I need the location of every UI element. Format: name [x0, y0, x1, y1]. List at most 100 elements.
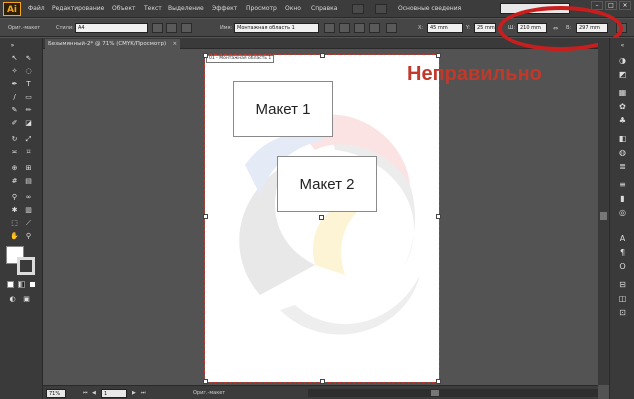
- mesh-tool-icon[interactable]: #: [9, 177, 20, 186]
- show-center-mark-icon[interactable]: [324, 23, 335, 33]
- none-mode-swatch[interactable]: [29, 281, 36, 288]
- artboard-handle[interactable]: [436, 53, 441, 58]
- artboard-handle[interactable]: [436, 214, 441, 219]
- artboard-label[interactable]: 01 - Монтажная область 1: [206, 55, 275, 63]
- close-icon[interactable]: ×: [619, 1, 631, 10]
- eyedropper-tool-icon[interactable]: ⚲: [9, 193, 20, 202]
- scale-tool-icon[interactable]: ⤢: [23, 135, 34, 144]
- pathfinder-panel-icon[interactable]: ◫: [617, 294, 628, 304]
- draw-normal-icon[interactable]: ◐: [7, 295, 18, 304]
- perspective-grid-tool-icon[interactable]: ⊞: [23, 164, 34, 173]
- menu-select[interactable]: Выделение: [168, 5, 204, 12]
- pencil-tool-icon[interactable]: ✏: [23, 106, 34, 115]
- panel-expand-icon[interactable]: «: [617, 41, 628, 51]
- artboard-handle[interactable]: [203, 53, 208, 58]
- gradient-mode-swatch[interactable]: [18, 281, 25, 288]
- slice-tool-icon[interactable]: ⟋: [23, 219, 34, 228]
- column-graph-tool-icon[interactable]: ▥: [23, 206, 34, 215]
- gradient-panel-icon[interactable]: ▮: [617, 194, 628, 204]
- swatches-panel-icon[interactable]: ▦: [617, 88, 628, 98]
- y-field[interactable]: 25 mm: [474, 23, 496, 33]
- magic-wand-tool-icon[interactable]: ✧: [9, 67, 20, 76]
- zoom-tool-icon[interactable]: ⚲: [23, 232, 34, 241]
- stroke-panel-icon[interactable]: ≡: [617, 180, 628, 190]
- color-mode-swatch[interactable]: [7, 281, 14, 288]
- paintbrush-tool-icon[interactable]: ✎: [9, 106, 20, 115]
- artboard-center-point[interactable]: [319, 215, 324, 220]
- rectangle-tool-icon[interactable]: ▭: [23, 93, 34, 102]
- free-transform-tool-icon[interactable]: ⌑: [23, 148, 34, 157]
- artboard-handle[interactable]: [320, 379, 325, 384]
- first-artboard-icon[interactable]: ⏮: [83, 390, 88, 396]
- color-guide-panel-icon[interactable]: ◩: [617, 70, 628, 80]
- menu-object[interactable]: Объект: [112, 5, 135, 12]
- artboard-tool-icon[interactable]: ⬚: [9, 219, 20, 228]
- symbols-panel-icon[interactable]: ♣: [617, 116, 628, 126]
- horizontal-scroll-thumb[interactable]: [431, 390, 439, 396]
- blob-brush-tool-icon[interactable]: ✐: [9, 119, 20, 128]
- artboard-handle[interactable]: [436, 379, 441, 384]
- selection-tool-icon[interactable]: ↖: [9, 54, 20, 63]
- horizontal-scrollbar[interactable]: [308, 389, 598, 397]
- toolbox-collapse-icon[interactable]: »: [7, 41, 18, 50]
- stroke-swatch[interactable]: [17, 257, 35, 275]
- new-artboard-icon[interactable]: [181, 23, 192, 33]
- screen-mode-icon[interactable]: ▣: [21, 295, 32, 304]
- menu-window[interactable]: Окно: [285, 5, 301, 12]
- artboard-number-select[interactable]: 1: [101, 389, 127, 398]
- canvas[interactable]: 01 - Монтажная область 1 Макет 1 Макет 2: [43, 49, 598, 385]
- symbol-sprayer-tool-icon[interactable]: ✱: [9, 206, 20, 215]
- show-cross-hairs-icon[interactable]: [339, 23, 350, 33]
- blend-tool-icon[interactable]: ∞: [23, 193, 34, 202]
- x-field[interactable]: 45 mm: [427, 23, 463, 33]
- direct-selection-tool-icon[interactable]: ⇖: [23, 54, 34, 63]
- transform-panel-icon[interactable]: ⊡: [617, 308, 628, 318]
- menu-type[interactable]: Текст: [144, 5, 162, 12]
- artboard-name-field[interactable]: Монтажная область 1: [234, 23, 319, 33]
- preset-select[interactable]: A4: [75, 23, 148, 33]
- show-video-safe-icon[interactable]: [354, 23, 365, 33]
- lasso-tool-icon[interactable]: ◌: [23, 67, 34, 76]
- menu-view[interactable]: Просмотр: [246, 5, 277, 12]
- artboard-handle[interactable]: [203, 379, 208, 384]
- shape-builder-tool-icon[interactable]: ⊕: [9, 164, 20, 173]
- last-artboard-icon[interactable]: ⏭: [141, 390, 146, 396]
- rotate-tool-icon[interactable]: ↻: [9, 135, 20, 144]
- artboard-options-icon[interactable]: [152, 23, 163, 33]
- gradient-tool-icon[interactable]: ▤: [23, 177, 34, 186]
- reference-point-icon[interactable]: [386, 23, 397, 33]
- line-tool-icon[interactable]: /: [9, 93, 20, 102]
- status-tool-name[interactable]: Ориг.-макет: [193, 390, 225, 396]
- paragraph-panel-icon[interactable]: ¶: [617, 248, 628, 258]
- type-tool-icon[interactable]: T: [23, 80, 34, 89]
- document-tab[interactable]: Безымянный-2* @ 71% (CMYK/Просмотр) ×: [45, 39, 181, 49]
- vertical-scroll-thumb[interactable]: [600, 212, 607, 220]
- bridge-icon[interactable]: [352, 4, 364, 14]
- appearance-panel-icon[interactable]: ◍: [617, 148, 628, 158]
- brushes-panel-icon[interactable]: ✿: [617, 102, 628, 112]
- character-panel-icon[interactable]: A: [617, 234, 628, 244]
- layout-frame-2[interactable]: Макет 2: [277, 156, 377, 212]
- menu-file[interactable]: Файл: [28, 5, 45, 12]
- layout-frame-1[interactable]: Макет 1: [233, 81, 333, 137]
- align-panel-icon[interactable]: ⊟: [617, 280, 628, 290]
- menu-help[interactable]: Справка: [311, 5, 337, 12]
- width-tool-icon[interactable]: ≍: [9, 148, 20, 157]
- menu-effect[interactable]: Эффект: [212, 5, 237, 12]
- artboard-handle[interactable]: [203, 214, 208, 219]
- transparency-panel-icon[interactable]: ◎: [617, 208, 628, 218]
- zoom-select[interactable]: 71%: [46, 389, 66, 398]
- layers-panel-icon[interactable]: ≣: [617, 162, 628, 172]
- vertical-scrollbar[interactable]: [598, 38, 609, 385]
- eraser-tool-icon[interactable]: ◪: [23, 119, 34, 128]
- workspace-switcher[interactable]: Основные сведения: [398, 5, 461, 12]
- graphic-styles-panel-icon[interactable]: ◧: [617, 134, 628, 144]
- next-artboard-icon[interactable]: ▶: [132, 390, 136, 396]
- artboard-handle[interactable]: [320, 53, 325, 58]
- color-panel-icon[interactable]: ◑: [617, 56, 628, 66]
- arrange-documents-icon[interactable]: [375, 4, 387, 14]
- artboard-options-2-icon[interactable]: [369, 23, 380, 33]
- menu-edit[interactable]: Редактирование: [52, 5, 104, 12]
- move-artwork-icon[interactable]: [166, 23, 177, 33]
- tab-close-icon[interactable]: ×: [173, 39, 178, 49]
